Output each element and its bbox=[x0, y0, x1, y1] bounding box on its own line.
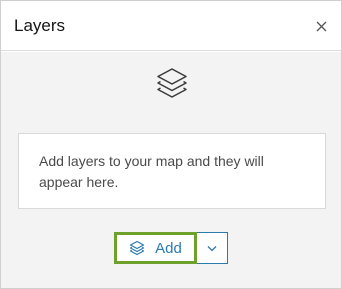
layers-add-icon bbox=[130, 240, 145, 256]
panel-body: Add layers to your map and they will app… bbox=[1, 52, 341, 288]
empty-state-box: Add layers to your map and they will app… bbox=[18, 133, 326, 209]
panel-header: Layers bbox=[1, 1, 341, 51]
add-dropdown-button[interactable] bbox=[197, 232, 228, 264]
close-button[interactable] bbox=[311, 16, 331, 36]
chevron-down-icon bbox=[207, 245, 217, 251]
panel-title: Layers bbox=[14, 16, 66, 35]
layers-icon bbox=[157, 68, 187, 98]
add-button[interactable]: Add bbox=[114, 232, 197, 264]
close-icon bbox=[316, 21, 326, 31]
empty-state-message: Add layers to your map and they will app… bbox=[39, 153, 264, 190]
add-button-group: Add bbox=[114, 232, 228, 264]
add-button-label: Add bbox=[155, 239, 182, 257]
layers-panel: Layers Add layers to your map and they w… bbox=[0, 0, 342, 289]
